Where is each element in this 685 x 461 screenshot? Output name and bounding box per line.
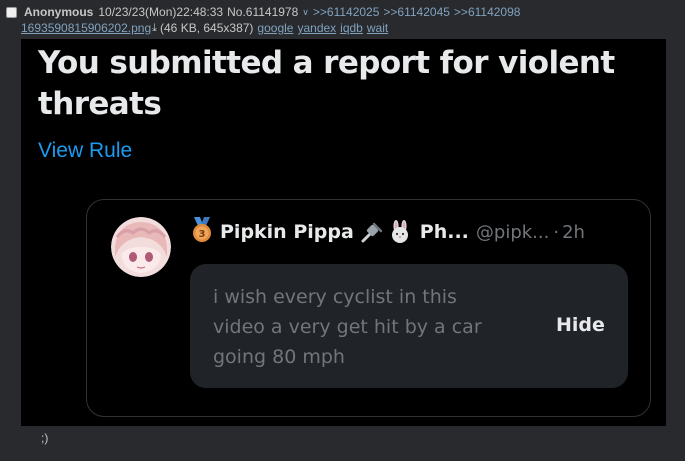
search-google-link[interactable]: google: [257, 21, 293, 35]
hidden-tweet-text: i wish every cyclist in this video a ver…: [213, 286, 482, 368]
hidden-tweet-box: i wish every cyclist in this video a ver…: [190, 264, 628, 388]
post-header: Anonymous 10/23/23(Mon)22:48:33 No.61141…: [6, 4, 524, 20]
post-comment: ;): [41, 431, 49, 445]
display-name: Pipkin Pippa: [220, 221, 354, 243]
report-title: You submitted a report for violent threa…: [38, 45, 615, 122]
poster-name: Anonymous: [24, 5, 94, 19]
download-icon[interactable]: ⤓: [152, 22, 157, 35]
view-rule-link: View Rule: [38, 139, 133, 162]
display-name-truncated: Ph...: [419, 221, 469, 243]
post-datetime: 10/23/23(Mon)22:48:33: [98, 5, 224, 19]
search-iqdb-link[interactable]: iqdb: [340, 21, 363, 35]
reported-tweet-card: 3 Pipkin Pippa Ph... @pipk... · 2h i wis…: [86, 199, 651, 417]
user-handle: @pipk...: [475, 221, 550, 243]
post-checkbox[interactable]: [6, 6, 17, 18]
post-image[interactable]: You submitted a report for violent threa…: [21, 39, 666, 426]
separator-dot: ·: [553, 221, 560, 243]
plug-icon: [360, 220, 384, 244]
search-wait-link[interactable]: wait: [367, 21, 388, 35]
post-menu-arrow-icon[interactable]: ∨: [302, 7, 309, 18]
post-number[interactable]: No.61141978: [227, 5, 298, 19]
rabbit-icon: [388, 220, 412, 244]
hide-button: Hide: [556, 314, 605, 336]
backlink[interactable]: >>61142098: [454, 5, 521, 19]
search-yandex-link[interactable]: yandex: [297, 21, 336, 35]
medal-icon: 3: [190, 217, 214, 247]
file-meta: (46 KB, 645x387): [160, 21, 254, 35]
backlink[interactable]: >>61142025: [313, 5, 380, 19]
tweet-time: 2h: [562, 221, 585, 243]
file-name-link[interactable]: 1693590815906202.png: [21, 21, 151, 35]
svg-text:3: 3: [199, 229, 206, 240]
tweet-header: 3 Pipkin Pippa Ph... @pipk... · 2h: [190, 217, 585, 247]
file-info: 1693590815906202.png ⤓ (46 KB, 645x387) …: [21, 20, 392, 36]
backlink[interactable]: >>61142045: [383, 5, 450, 19]
avatar: [111, 217, 171, 277]
